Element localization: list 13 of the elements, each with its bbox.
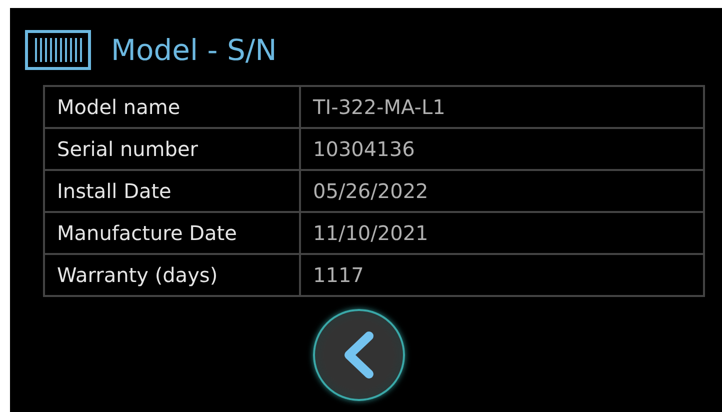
field-label: Model name bbox=[44, 86, 300, 128]
back-button[interactable] bbox=[313, 309, 405, 401]
barcode-icon bbox=[25, 30, 91, 70]
field-label: Install Date bbox=[44, 170, 300, 212]
screen-title: Model - S/N bbox=[111, 33, 277, 67]
field-label: Serial number bbox=[44, 128, 300, 170]
field-label: Manufacture Date bbox=[44, 212, 300, 254]
field-label: Warranty (days) bbox=[44, 254, 300, 296]
field-value: TI-322-MA-L1 bbox=[300, 86, 704, 128]
field-value: 11/10/2021 bbox=[300, 212, 704, 254]
field-value: 1117 bbox=[300, 254, 704, 296]
field-value: 05/26/2022 bbox=[300, 170, 704, 212]
field-value: 10304136 bbox=[300, 128, 704, 170]
